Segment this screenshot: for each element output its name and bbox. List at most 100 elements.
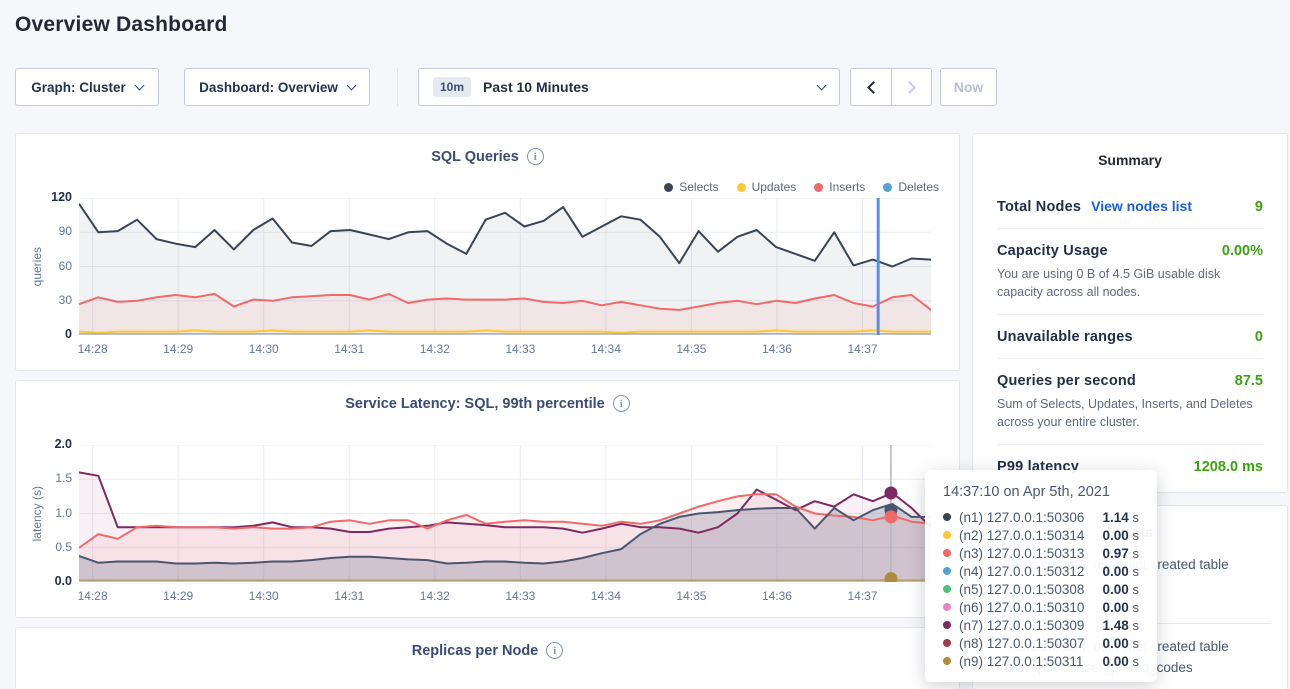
summary-row-value: 9 bbox=[1255, 199, 1263, 215]
tooltip-node-address: (n8) 127.0.0.1:50307 bbox=[959, 636, 1084, 651]
legend-item[interactable]: Deletes bbox=[883, 180, 939, 194]
toolbar-divider bbox=[397, 68, 398, 106]
page-title: Overview Dashboard bbox=[15, 13, 228, 37]
tooltip-row: (n5) 127.0.0.1:50308 0.00 s bbox=[943, 580, 1139, 598]
tooltip-row: (n8) 127.0.0.1:50307 0.00 s bbox=[943, 634, 1139, 652]
tooltip-timestamp: 14:37:10 on Apr 5th, 2021 bbox=[943, 484, 1139, 500]
tooltip-row: (n4) 127.0.0.1:50312 0.00 s bbox=[943, 562, 1139, 580]
graph-dropdown[interactable]: Graph: Cluster bbox=[15, 68, 159, 106]
legend-dot-icon bbox=[814, 183, 823, 192]
summary-row-value: 87.5 bbox=[1235, 373, 1263, 389]
node-color-dot-icon bbox=[943, 639, 951, 647]
tooltip-node-unit: s bbox=[1133, 564, 1140, 579]
y-tick-label: 120 bbox=[16, 190, 72, 204]
time-step-buttons bbox=[850, 68, 932, 106]
previous-time-button[interactable] bbox=[851, 69, 891, 105]
info-icon[interactable]: i bbox=[527, 148, 544, 165]
tooltip-node-address: (n4) 127.0.0.1:50312 bbox=[959, 564, 1084, 579]
summary-title: Summary bbox=[973, 152, 1287, 168]
x-tick-label: 14:29 bbox=[154, 342, 202, 356]
node-color-dot-icon bbox=[943, 621, 951, 629]
replicas-per-node-chart-card: Replicas per Node i bbox=[15, 627, 960, 689]
tooltip-row: (n9) 127.0.0.1:503110.00 s bbox=[943, 652, 1139, 670]
chevron-down-icon bbox=[134, 80, 144, 90]
service-latency-chart-card: Service Latency: SQL, 99th percentile i … bbox=[15, 380, 960, 618]
tooltip-node-value: 0.00 s bbox=[1102, 564, 1139, 579]
x-tick-label: 14:37 bbox=[838, 342, 886, 356]
legend-dot-icon bbox=[883, 183, 892, 192]
chevron-down-icon bbox=[817, 80, 827, 90]
x-tick-label: 14:28 bbox=[69, 589, 117, 603]
legend-item[interactable]: Inserts bbox=[814, 180, 865, 194]
time-range-label: Past 10 Minutes bbox=[483, 79, 589, 95]
sql-queries-plot[interactable] bbox=[79, 198, 931, 335]
y-tick-label: 1.5 bbox=[16, 471, 72, 485]
y-tick-label: 60 bbox=[16, 259, 72, 273]
tooltip-node-value: 0.97 s bbox=[1102, 546, 1139, 561]
tooltip-node-address: (n7) 127.0.0.1:50309 bbox=[959, 618, 1084, 633]
x-tick-label: 14:32 bbox=[411, 589, 459, 603]
tooltip-row: (n3) 127.0.0.1:503130.97 s bbox=[943, 544, 1139, 562]
next-time-button[interactable] bbox=[891, 69, 931, 105]
tooltip-row: (n1) 127.0.0.1:503061.14 s bbox=[943, 508, 1139, 526]
tooltip-node-unit: s bbox=[1133, 600, 1140, 615]
summary-row-line: Total NodesView nodes list9 bbox=[997, 198, 1263, 215]
summary-row-line: Capacity Usage0.00% bbox=[997, 243, 1263, 259]
node-color-dot-icon bbox=[943, 585, 951, 593]
y-tick-label: 30 bbox=[16, 293, 72, 307]
summary-row-value: 1208.0 ms bbox=[1194, 459, 1263, 475]
summary-row-label: Queries per second bbox=[997, 373, 1136, 389]
x-tick-label: 14:30 bbox=[240, 589, 288, 603]
tooltip-node-value: 0.00 s bbox=[1102, 582, 1139, 597]
tooltip-node-unit: s bbox=[1133, 636, 1140, 651]
y-tick-label: 0 bbox=[16, 327, 72, 341]
y-tick-label: 2.0 bbox=[16, 437, 72, 451]
legend-item[interactable]: Updates bbox=[737, 180, 797, 194]
y-tick-label: 0.5 bbox=[16, 540, 72, 554]
x-tick-label: 14:36 bbox=[753, 589, 801, 603]
dashboard-dropdown[interactable]: Dashboard: Overview bbox=[184, 68, 370, 106]
info-icon[interactable]: i bbox=[613, 395, 630, 412]
x-tick-label: 14:29 bbox=[154, 589, 202, 603]
overview-dashboard-page: Overview Dashboard Graph: Cluster Dashbo… bbox=[0, 0, 1290, 689]
info-icon[interactable]: i bbox=[546, 642, 563, 659]
service-latency-plot[interactable] bbox=[79, 445, 931, 582]
tooltip-node-unit: s bbox=[1133, 618, 1140, 633]
now-button[interactable]: Now bbox=[940, 68, 997, 106]
x-tick-label: 14:31 bbox=[325, 342, 373, 356]
tooltip-node-value: 0.00 s bbox=[1102, 636, 1139, 651]
tooltip-node-address: (n1) 127.0.0.1:50306 bbox=[959, 510, 1084, 525]
sql-queries-chart-card: SQL Queries i SelectsUpdatesInsertsDelet… bbox=[15, 133, 960, 371]
x-tick-label: 14:35 bbox=[667, 342, 715, 356]
tooltip-node-value: 0.00 s bbox=[1102, 528, 1139, 543]
tooltip-row: (n7) 127.0.0.1:50309 1.48 s bbox=[943, 616, 1139, 634]
summary-row: Queries per second87.5Sum of Selects, Up… bbox=[997, 359, 1263, 445]
summary-row-line: Queries per second 87.5 bbox=[997, 373, 1263, 389]
node-color-dot-icon bbox=[943, 531, 951, 539]
time-range-dropdown[interactable]: 10m Past 10 Minutes bbox=[418, 68, 840, 106]
x-tick-label: 14:37 bbox=[838, 589, 886, 603]
x-tick-label: 14:28 bbox=[69, 342, 117, 356]
tooltip-node-address: (n5) 127.0.0.1:50308 bbox=[959, 582, 1084, 597]
tooltip-node-value: 1.48 s bbox=[1102, 618, 1139, 633]
y-tick-label: 1.0 bbox=[16, 506, 72, 520]
view-nodes-list-link[interactable]: View nodes list bbox=[1091, 198, 1192, 214]
node-color-dot-icon bbox=[943, 603, 951, 611]
legend-label: Inserts bbox=[829, 180, 865, 194]
chevron-right-icon bbox=[903, 81, 916, 94]
chart-title: Replicas per Node bbox=[412, 643, 539, 659]
tooltip-rows: (n1) 127.0.0.1:503061.14 s(n2) 127.0.0.1… bbox=[943, 508, 1139, 670]
summary-row-value: 0 bbox=[1255, 329, 1263, 345]
x-tick-label: 14:34 bbox=[582, 342, 630, 356]
tooltip-node-unit: s bbox=[1133, 528, 1140, 543]
tooltip-node-value: 0.00 s bbox=[1102, 654, 1139, 669]
node-color-dot-icon bbox=[943, 567, 951, 575]
legend-item[interactable]: Selects bbox=[664, 180, 718, 194]
y-tick-label: 90 bbox=[16, 224, 72, 238]
summary-row: Capacity Usage0.00%You are using 0 B of … bbox=[997, 229, 1263, 315]
node-color-dot-icon bbox=[943, 513, 951, 521]
y-tick-label: 0.0 bbox=[16, 574, 72, 588]
chart-title: Service Latency: SQL, 99th percentile bbox=[345, 396, 605, 412]
x-tick-label: 14:35 bbox=[667, 589, 715, 603]
x-tick-label: 14:31 bbox=[325, 589, 373, 603]
